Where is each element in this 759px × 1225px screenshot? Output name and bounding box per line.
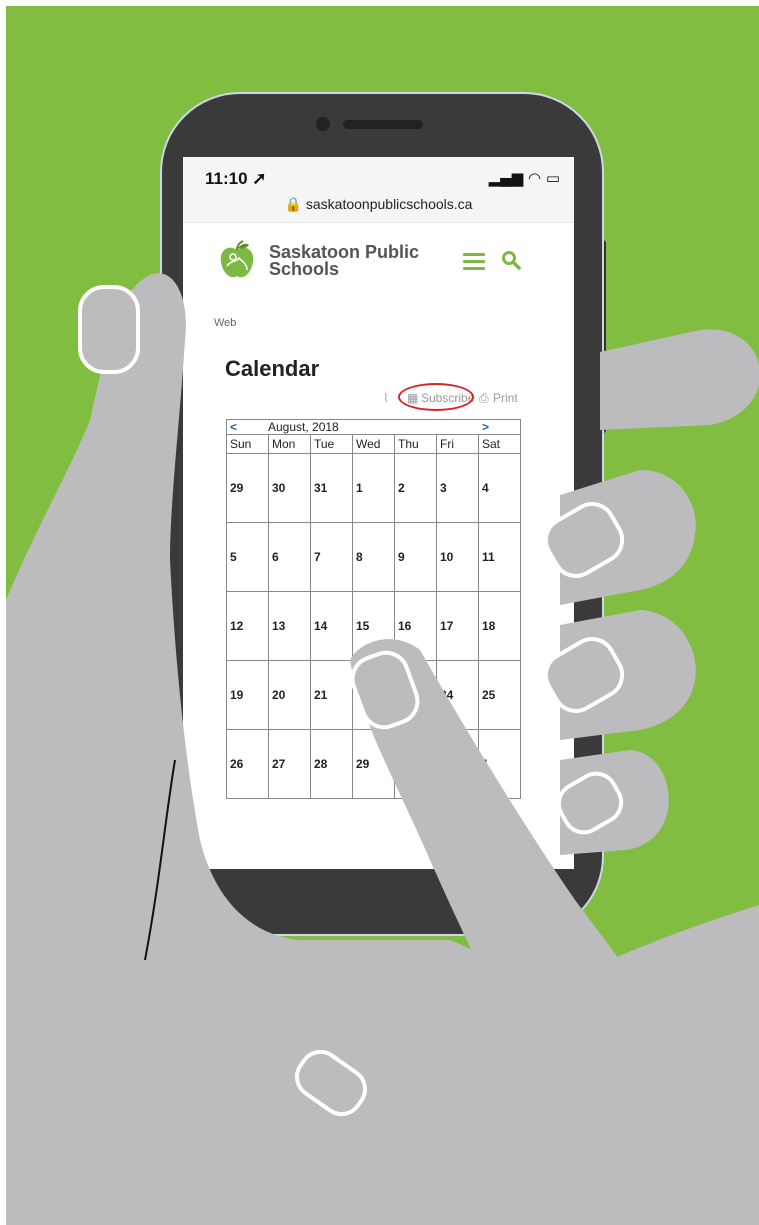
right-finger-top bbox=[600, 329, 759, 430]
illustration: 11:10 ➚ ▂▄▆ ◠ ▭ 🔒 saskatoonpublicschools… bbox=[0, 0, 759, 1225]
thumb-nail bbox=[78, 285, 140, 374]
hands-illustration bbox=[6, 273, 759, 1225]
